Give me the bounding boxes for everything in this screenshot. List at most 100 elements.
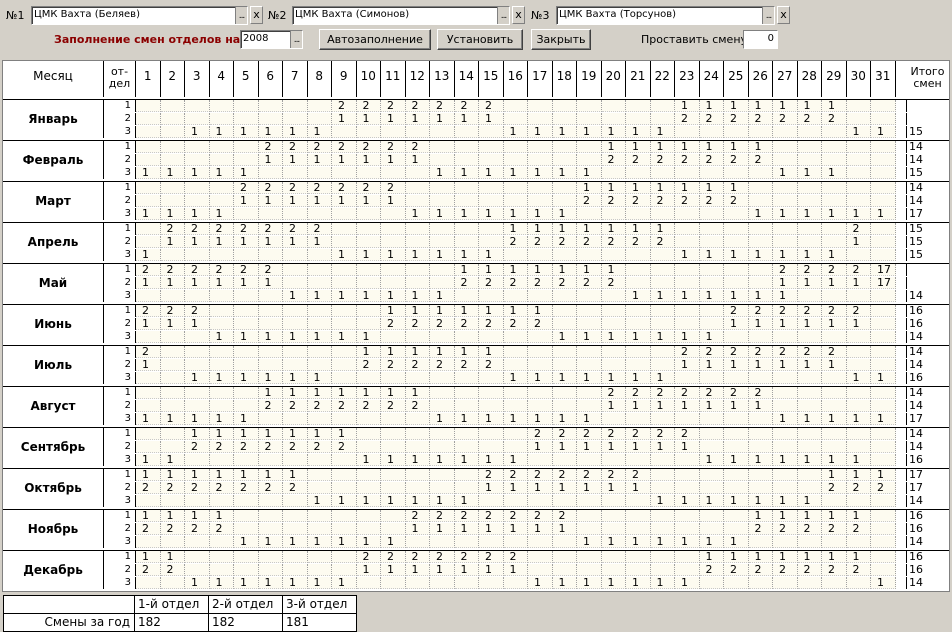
shift-cell[interactable]: 1 (356, 290, 381, 302)
shift-cell[interactable] (503, 195, 528, 207)
shift-cell[interactable]: 1 (724, 249, 749, 261)
shift-cell[interactable] (479, 154, 504, 166)
shift-cell[interactable] (797, 469, 822, 481)
shift-cell[interactable] (650, 469, 675, 481)
shift-cell[interactable]: 1 (773, 208, 798, 220)
shift-cell[interactable] (283, 277, 308, 289)
shift-cell[interactable] (822, 577, 847, 589)
shift-cell[interactable] (871, 318, 896, 330)
shift-cell[interactable]: 1 (797, 413, 822, 425)
shift-cell[interactable] (748, 195, 773, 207)
shift-cell[interactable]: 1 (332, 195, 357, 207)
shift-cell[interactable] (356, 441, 381, 453)
shift-cell[interactable]: 1 (724, 454, 749, 466)
shift-cell[interactable]: 1 (748, 141, 773, 153)
shift-cell[interactable]: 2 (601, 236, 626, 248)
shift-cell[interactable]: 1 (552, 482, 577, 494)
shift-cell[interactable] (258, 413, 283, 425)
shift-cell[interactable]: 1 (209, 167, 234, 179)
shift-cell[interactable]: 1 (430, 413, 455, 425)
shift-cell[interactable]: 1 (283, 195, 308, 207)
shift-cell[interactable]: 1 (430, 167, 455, 179)
shift-cell[interactable]: 1 (748, 510, 773, 522)
shift-cell[interactable] (871, 387, 896, 399)
shift-cell[interactable] (528, 454, 553, 466)
shift-cell[interactable] (307, 454, 332, 466)
shift-cell[interactable] (601, 290, 626, 302)
shift-cell[interactable]: 2 (675, 195, 700, 207)
shift-cell[interactable]: 1 (381, 154, 406, 166)
shift-cell[interactable] (797, 577, 822, 589)
shift-cell[interactable]: 1 (773, 290, 798, 302)
shift-cell[interactable]: 1 (185, 208, 210, 220)
shift-cell[interactable]: 1 (234, 536, 259, 548)
shift-cell[interactable]: 2 (748, 305, 773, 317)
shift-cell[interactable] (356, 126, 381, 138)
shift-cell[interactable] (773, 441, 798, 453)
shift-cell[interactable] (479, 290, 504, 302)
shift-cell[interactable]: 2 (503, 236, 528, 248)
shift-cell[interactable] (136, 113, 161, 125)
shift-cell[interactable] (797, 331, 822, 343)
shift-cell[interactable] (773, 154, 798, 166)
shift-cell[interactable]: 2 (405, 100, 430, 112)
shift-cell[interactable] (699, 223, 724, 235)
shift-cell[interactable]: 2 (528, 277, 553, 289)
shift-cell[interactable]: 1 (283, 290, 308, 302)
shift-cell[interactable] (552, 305, 577, 317)
shift-cell[interactable]: 1 (160, 167, 185, 179)
shift-cell[interactable] (503, 154, 528, 166)
shift-cell[interactable]: 2 (503, 277, 528, 289)
shift-cell[interactable]: 2 (699, 387, 724, 399)
shift-cell[interactable] (356, 223, 381, 235)
shift-cell[interactable]: 1 (846, 318, 871, 330)
shift-cell[interactable] (454, 223, 479, 235)
shift-cell[interactable]: 1 (626, 126, 651, 138)
shift-cell[interactable] (258, 290, 283, 302)
shift-cell[interactable] (797, 195, 822, 207)
shift-cell[interactable]: 1 (773, 510, 798, 522)
shift-cell[interactable]: 2 (797, 523, 822, 535)
shift-cell[interactable]: 1 (381, 564, 406, 576)
shift-cell[interactable]: 1 (626, 223, 651, 235)
shift-cell[interactable] (283, 359, 308, 371)
shift-cell[interactable]: 1 (724, 536, 749, 548)
shift-cell[interactable]: 2 (528, 318, 553, 330)
shift-cell[interactable] (479, 428, 504, 440)
shift-cell[interactable]: 1 (136, 208, 161, 220)
shift-cell[interactable]: 1 (552, 577, 577, 589)
shift-cell[interactable]: 2 (160, 564, 185, 576)
shift-cell[interactable]: 2 (283, 400, 308, 412)
shift-cell[interactable]: 2 (846, 482, 871, 494)
shift-cell[interactable] (797, 482, 822, 494)
shift-cell[interactable] (430, 441, 455, 453)
shift-cell[interactable]: 1 (528, 167, 553, 179)
shift-cell[interactable] (552, 154, 577, 166)
shift-cell[interactable] (748, 182, 773, 194)
shift-cell[interactable]: 1 (846, 469, 871, 481)
shift-cell[interactable]: 1 (797, 454, 822, 466)
shift-cell[interactable] (822, 126, 847, 138)
shift-cell[interactable] (234, 290, 259, 302)
shift-cell[interactable] (846, 495, 871, 507)
shift-cell[interactable]: 2 (503, 318, 528, 330)
shift-cell[interactable]: 1 (650, 441, 675, 453)
shift-cell[interactable] (160, 126, 185, 138)
shift-cell[interactable] (724, 264, 749, 276)
shift-cell[interactable]: 1 (454, 264, 479, 276)
shift-cell[interactable]: 1 (822, 208, 847, 220)
shift-cell[interactable]: 1 (430, 495, 455, 507)
shift-cell[interactable]: 1 (846, 454, 871, 466)
shift-cell[interactable] (283, 510, 308, 522)
shift-cell[interactable]: 1 (503, 305, 528, 317)
shift-cell[interactable] (822, 441, 847, 453)
shift-cell[interactable]: 2 (234, 264, 259, 276)
shift-cell[interactable] (405, 577, 430, 589)
shift-cell[interactable] (160, 387, 185, 399)
shift-cell[interactable]: 1 (797, 100, 822, 112)
shift-cell[interactable]: 1 (577, 167, 602, 179)
shift-cell[interactable] (136, 577, 161, 589)
shift-cell[interactable]: 2 (136, 305, 161, 317)
shift-cell[interactable] (846, 167, 871, 179)
shift-cell[interactable]: 1 (675, 359, 700, 371)
